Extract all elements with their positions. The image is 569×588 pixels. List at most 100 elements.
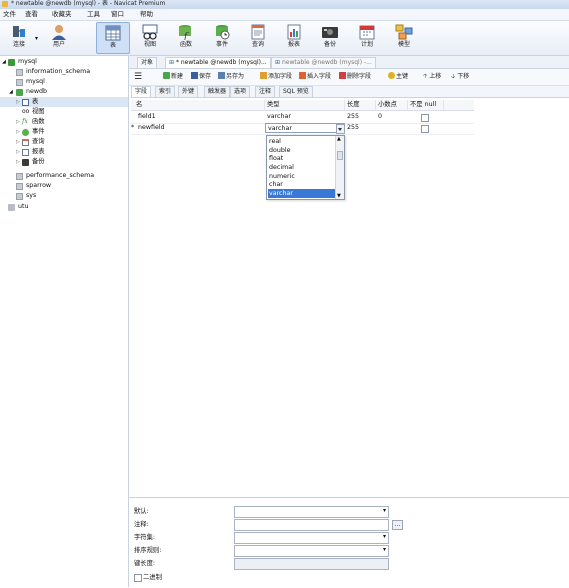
menu-window[interactable]: 窗口 [111,9,124,20]
tree-db-sys[interactable]: sys [0,191,128,201]
view-icon: oo [22,108,30,115]
field-type-cell[interactable]: varchar [265,112,345,122]
scroll-down-icon[interactable]: ▼ [337,193,341,199]
toolbar-function-button[interactable]: f 函数 [169,22,203,54]
insert-field-button[interactable]: 插入字段 [299,72,331,82]
chevron-down-icon[interactable] [336,124,345,134]
tree-item-tables[interactable]: ▷ 表 [0,97,128,107]
column-header-not-null[interactable]: 不是 null [408,100,444,110]
collapse-arrow-icon[interactable]: ▷ [16,97,20,107]
collation-combobox[interactable] [234,545,389,557]
field-name-cell[interactable]: newfield [136,123,265,133]
field-length-cell[interactable]: 255 [345,112,376,122]
charset-combobox[interactable] [234,532,389,544]
toolbar-model-button[interactable]: 模型 [387,22,421,54]
toolbar-user-button[interactable]: 用户 [42,22,76,54]
field-type-combobox[interactable]: varchar [265,123,345,133]
collapse-arrow-icon[interactable]: ▷ [16,157,20,167]
comment-input[interactable] [234,519,389,531]
new-button[interactable]: 新建 [163,72,183,82]
scroll-up-icon[interactable]: ▲ [337,136,341,142]
tree-connection-utu[interactable]: utu [0,202,128,212]
field-name-cell[interactable]: field1 [136,112,265,122]
menu-tools[interactable]: 工具 [87,9,100,20]
hamburger-icon[interactable]: ☰ [134,72,142,82]
subtab-comments[interactable]: 注释 [255,86,276,97]
menu-file[interactable]: 文件 [3,9,16,20]
default-combobox[interactable] [234,506,389,518]
dropdown-option[interactable]: char [268,180,335,189]
tree-db-mysql[interactable]: mysql [0,77,128,87]
dropdown-option[interactable]: float [268,154,335,163]
toolbar-connection-button[interactable]: 连接 [2,22,36,54]
field-decimals-cell[interactable] [376,123,408,133]
tree-item-backups[interactable]: ▷ 备份 [0,157,128,167]
column-header-type[interactable]: 类型 [265,100,345,110]
tree-db-newdb[interactable]: ◢ newdb [0,87,128,97]
tree-db-information-schema[interactable]: information_schema [0,67,128,77]
toolbar-event-button[interactable]: 事件 [205,22,239,54]
add-field-button[interactable]: 添加字段 [260,72,292,82]
collapse-arrow-icon[interactable]: ▷ [16,127,20,137]
tree-db-sparrow[interactable]: sparrow [0,181,128,191]
toolbar-table-button[interactable]: 表 [96,22,130,54]
column-header-name[interactable]: 名 [131,100,265,110]
subtab-sql-preview[interactable]: SQL 预览 [279,86,313,97]
tab-objects[interactable]: 对象 [137,57,158,68]
subtab-options[interactable]: 选项 [230,86,251,97]
subtab-triggers[interactable]: 触发器 [204,86,231,97]
binary-checkbox[interactable] [134,574,142,582]
type-dropdown-list[interactable]: real double float decimal numeric char v… [266,135,345,200]
chevron-down-icon[interactable]: ▾ [383,533,386,540]
not-null-checkbox[interactable] [421,114,429,122]
primary-key-button[interactable]: 主键 [388,72,408,82]
comment-edit-button[interactable]: ... [392,520,403,530]
chevron-down-icon[interactable]: ▾ [383,507,386,514]
collapse-arrow-icon[interactable]: ▷ [16,147,20,157]
toolbar-backup-button[interactable]: 备份 [313,22,347,54]
expand-arrow-icon[interactable]: ◢ [2,57,6,67]
tree-item-reports[interactable]: ▷ 报表 [0,147,128,157]
expand-arrow-icon[interactable]: ◢ [9,87,13,97]
field-length-cell[interactable]: 255 [345,123,376,133]
save-as-button[interactable]: 另存为 [218,72,244,82]
toolbar-report-button[interactable]: 报表 [277,22,311,54]
table-row[interactable]: * newfield varchar 255 [131,123,474,135]
subtab-fields[interactable]: 字段 [131,86,152,97]
tree-item-functions[interactable]: ▷ fx 函数 [0,117,128,127]
tree-connection-mysql[interactable]: ◢ mysql [0,57,128,67]
delete-field-button[interactable]: 删除字段 [339,72,371,82]
move-up-button[interactable]: 🡡 上移 [423,72,441,82]
column-header-length[interactable]: 长度 [345,100,376,110]
chevron-down-icon[interactable]: ▾ [383,546,386,553]
field-decimals-cell[interactable]: 0 [376,112,408,122]
tree-db-performance-schema[interactable]: performance_schema [0,171,128,181]
dropdown-option[interactable]: real [268,137,335,146]
save-button[interactable]: 保存 [191,72,211,82]
toolbar-schedule-button[interactable]: 计划 [350,22,384,54]
dropdown-option[interactable]: decimal [268,163,335,172]
tab-newtable-edit[interactable]: ⊞ * newtable @newdb (mysql)... [165,57,271,68]
charset-row: 字符集: ▾ [129,532,569,544]
dropdown-scrollbar[interactable]: ▲ ▼ [335,136,344,199]
scrollbar-thumb[interactable] [337,151,343,160]
collapse-arrow-icon[interactable]: ▷ [16,117,20,127]
menu-favorites[interactable]: 收藏夹 [52,9,72,20]
tab-newtable-view[interactable]: ⊞ newtable @newdb (mysql) -... [271,57,376,68]
connection-dropdown-icon[interactable]: ▾ [35,35,38,42]
menu-view[interactable]: 查看 [25,9,38,20]
subtab-foreign-keys[interactable]: 外键 [178,86,199,97]
key-length-input[interactable] [234,558,389,570]
subtab-indexes[interactable]: 索引 [155,86,176,97]
move-down-button[interactable]: 🡣 下移 [451,72,469,82]
toolbar-view-button[interactable]: 视图 [133,22,167,54]
collapse-arrow-icon[interactable]: ▷ [16,137,20,147]
dropdown-option-selected[interactable]: varchar [268,189,335,198]
column-header-decimals[interactable]: 小数点 [376,100,408,110]
not-null-checkbox[interactable] [421,125,429,133]
tree-item-events[interactable]: ▷ 事件 [0,127,128,137]
menu-help[interactable]: 帮助 [140,9,153,20]
toolbar-query-button[interactable]: 查询 [241,22,275,54]
tree-item-views[interactable]: oo 视图 [0,107,128,117]
tree-item-queries[interactable]: ▷ 查询 [0,137,128,147]
